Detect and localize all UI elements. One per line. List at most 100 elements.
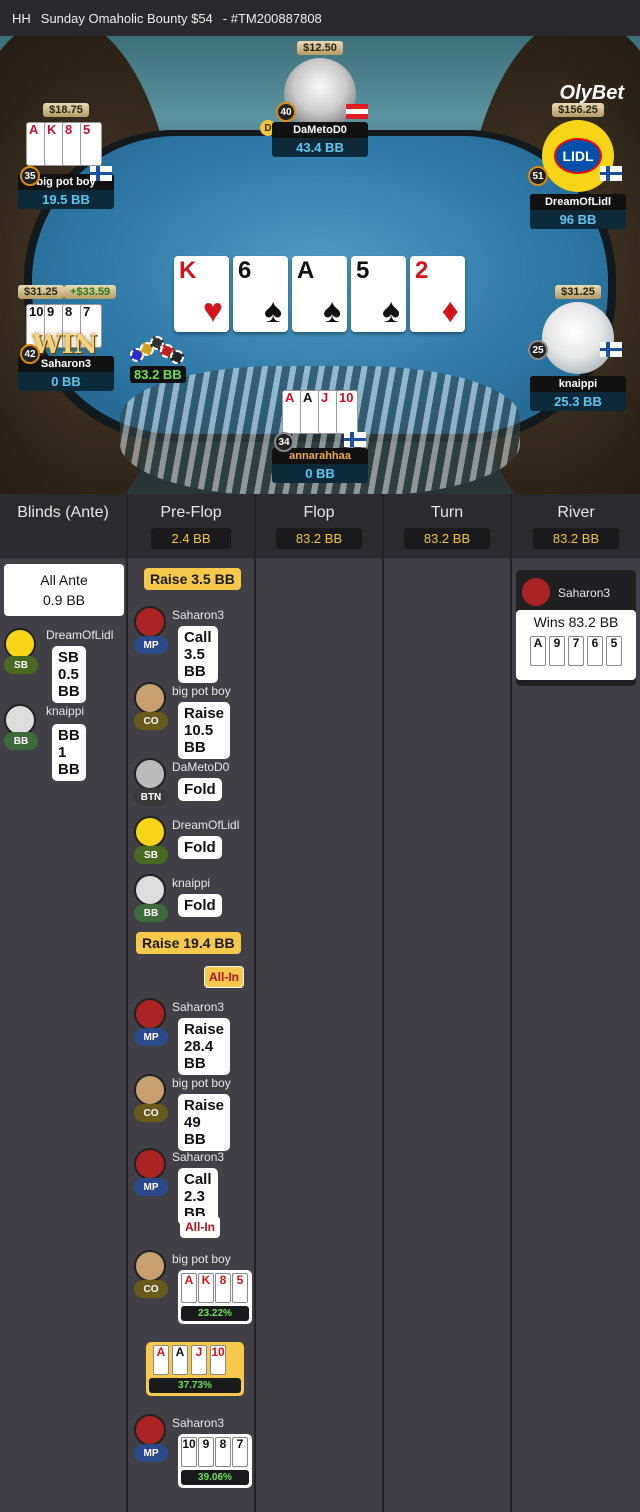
card: 10 bbox=[336, 390, 358, 434]
level-badge: 42 bbox=[20, 344, 40, 364]
avatar bbox=[134, 1250, 166, 1282]
finland-flag-icon bbox=[90, 166, 112, 181]
player-name: big pot boy bbox=[172, 1252, 231, 1266]
board-card: A ♠ bbox=[292, 256, 347, 332]
action-bubble: Fold bbox=[178, 836, 222, 859]
hole-cards: A A J 10 bbox=[272, 390, 368, 436]
avatar-logo-text: LIDL bbox=[554, 138, 602, 174]
avatar bbox=[134, 682, 166, 714]
position-badge: BB bbox=[134, 904, 168, 922]
position-badge: SB bbox=[134, 846, 168, 864]
avatar bbox=[134, 606, 166, 638]
position-badge: MP bbox=[134, 1178, 168, 1196]
hole-cards: A K 8 5 bbox=[18, 122, 114, 172]
player-stack-bb: 96 BB bbox=[530, 210, 626, 229]
card: 8 bbox=[215, 1273, 231, 1303]
position-badge: BTN bbox=[134, 788, 168, 806]
seat-left-mid[interactable]: $31.25 +$33.59 10 9 8 7 WIN 42 Saharon3 … bbox=[18, 282, 117, 391]
stack-amount: $156.25 bbox=[552, 103, 604, 117]
austria-flag-icon bbox=[346, 104, 368, 119]
card: 7 bbox=[232, 1437, 248, 1467]
card: 9 bbox=[198, 1437, 214, 1467]
action-bubble: Call 3.5 BB bbox=[178, 626, 218, 683]
action-bubble: SB 0.5 BB bbox=[52, 646, 86, 703]
seat-bottom[interactable]: A A J 10 34 annarahhaa 0 BB bbox=[272, 390, 368, 483]
player-name: knaippi bbox=[172, 876, 211, 890]
player-name: knaippi bbox=[46, 704, 85, 718]
raise-tag: Raise 3.5 BB bbox=[144, 568, 241, 590]
seat-left-top[interactable]: $18.75 A K 8 5 35 big pot boy 19.5 BB bbox=[18, 100, 114, 209]
level-badge: 40 bbox=[276, 102, 296, 122]
position-badge: CO bbox=[134, 1104, 168, 1122]
street-pot: 83.2 BB bbox=[275, 528, 363, 549]
card: J bbox=[191, 1345, 207, 1375]
goose-avatar-icon bbox=[134, 874, 166, 906]
all-in-tag: All-In bbox=[204, 966, 244, 988]
action-bubble: Raise 49 BB bbox=[178, 1094, 231, 1151]
hero-shown-hand: A A J 10 37.73% bbox=[146, 1342, 244, 1396]
card: 9 bbox=[549, 636, 565, 666]
level-badge: 35 bbox=[20, 166, 40, 186]
seat-top[interactable]: $12.50 40 D DaMetoD0 43.4 BB bbox=[260, 38, 368, 157]
bounty-won: +$33.59 bbox=[64, 285, 117, 299]
player-stack-bb: 19.5 BB bbox=[18, 190, 114, 209]
hh-label: HH bbox=[12, 10, 31, 26]
card: A bbox=[530, 636, 546, 666]
avatar bbox=[134, 998, 166, 1030]
board-card: 2 ♦ bbox=[410, 256, 465, 332]
finland-flag-icon bbox=[600, 342, 622, 357]
player-name: DaMetoD0 bbox=[272, 122, 368, 138]
position-badge: MP bbox=[134, 1028, 168, 1046]
level-badge: 34 bbox=[274, 432, 294, 452]
stack-amount: $18.75 bbox=[43, 103, 89, 117]
player-name: Saharon3 bbox=[172, 1150, 225, 1164]
player-stack-bb: 0 BB bbox=[272, 464, 368, 483]
seat-right-mid[interactable]: $31.25 25 knaippi 25.3 BB bbox=[528, 282, 626, 411]
shown-hand: 10 9 8 7 39.06% bbox=[178, 1434, 252, 1488]
col-turn: Turn 83.2 BB bbox=[384, 494, 512, 1512]
street-pot: 83.2 BB bbox=[403, 528, 491, 549]
avatar bbox=[284, 58, 356, 130]
player-stack-bb: 43.4 BB bbox=[272, 138, 368, 157]
player-name: DreamOfLidl bbox=[172, 818, 240, 832]
action-bubble: Fold bbox=[178, 894, 222, 917]
player-stack-bb: 0 BB bbox=[18, 372, 114, 391]
player-name: Saharon3 bbox=[172, 1416, 225, 1430]
winnings: Wins 83.2 BB bbox=[533, 614, 619, 630]
card: A bbox=[172, 1345, 188, 1375]
all-in-tag: All-In bbox=[180, 1216, 220, 1238]
card: A bbox=[181, 1273, 197, 1303]
finland-flag-icon bbox=[344, 432, 366, 447]
player-name: Saharon3 bbox=[172, 608, 225, 622]
hand-id: - #TM200887808 bbox=[222, 10, 322, 26]
player-name: knaippi bbox=[530, 376, 626, 392]
level-badge: 51 bbox=[528, 166, 548, 186]
ante-box: All Ante 0.9 BB bbox=[4, 564, 124, 616]
column-title: Turn bbox=[430, 504, 464, 521]
goose-avatar-icon bbox=[542, 302, 614, 374]
action-bubble: Raise 28.4 BB bbox=[178, 1018, 231, 1075]
avatar bbox=[520, 576, 552, 608]
winner-panel: Saharon3 Wins 83.2 BB A 9 7 6 5 bbox=[516, 570, 636, 686]
seat-right-top[interactable]: $156.25 LIDL 51 DreamOfLidl 96 BB bbox=[528, 100, 626, 229]
card: 7 bbox=[568, 636, 584, 666]
action-bubble: BB 1 BB bbox=[52, 724, 86, 781]
winner-name: Saharon3 bbox=[558, 586, 611, 600]
card: 6 bbox=[587, 636, 603, 666]
equity: 23.22% bbox=[181, 1306, 249, 1321]
raise-tag: Raise 19.4 BB bbox=[136, 932, 241, 954]
column-title: Pre-Flop bbox=[160, 504, 222, 521]
player-name: big pot boy bbox=[172, 1076, 231, 1090]
player-name: DreamOfLidl bbox=[46, 628, 114, 642]
card: 5 bbox=[606, 636, 622, 666]
avatar bbox=[134, 1074, 166, 1106]
player-name: DaMetoD0 bbox=[172, 760, 230, 774]
column-title: Blinds (Ante) bbox=[17, 504, 109, 521]
stack-amount: $31.25 bbox=[555, 285, 601, 299]
stack-amount: $12.50 bbox=[297, 41, 343, 55]
avatar bbox=[134, 1148, 166, 1180]
position-badge: CO bbox=[134, 712, 168, 730]
pot-amount: 83.2 BB bbox=[130, 366, 186, 383]
equity: 39.06% bbox=[181, 1470, 249, 1485]
position-badge: CO bbox=[134, 1280, 168, 1298]
